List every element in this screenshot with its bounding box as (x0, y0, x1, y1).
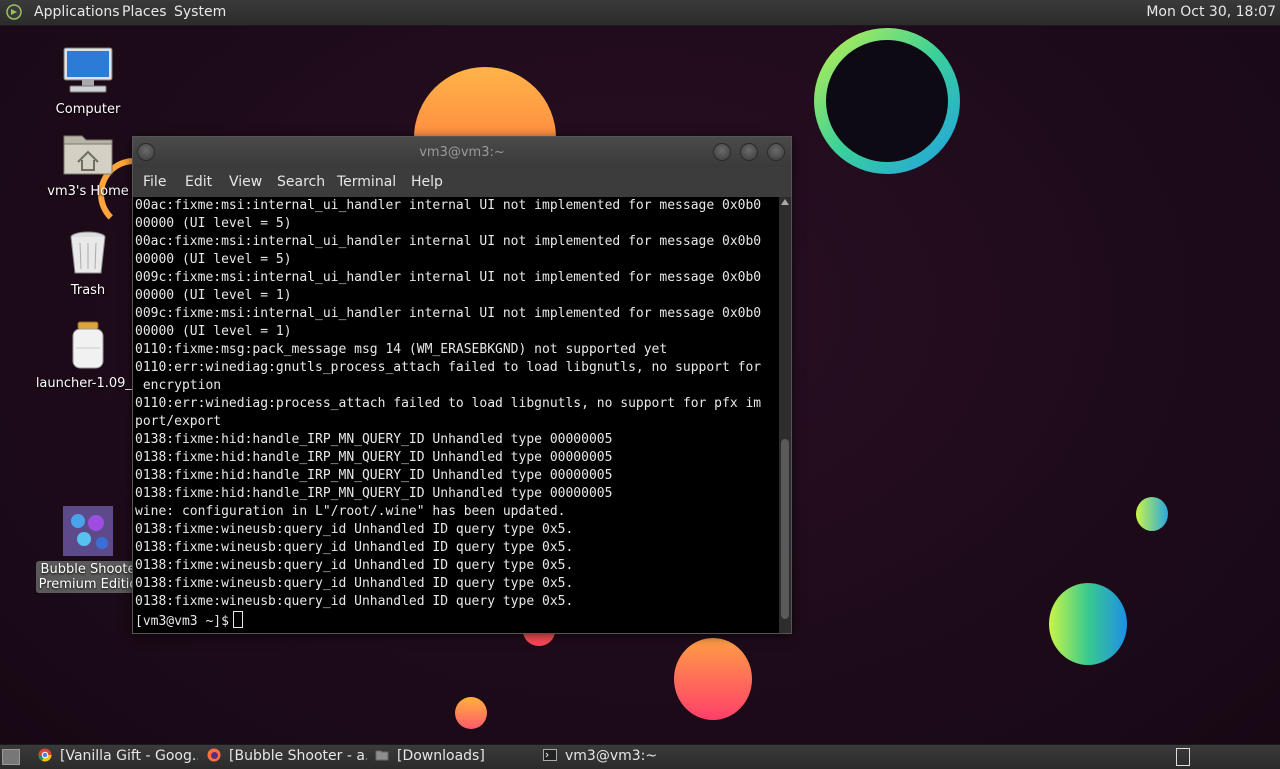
terminal-line: 0138:fixme:hid:handle_IRP_MN_QUERY_ID Un… (135, 432, 613, 447)
menu-terminal[interactable]: Terminal (337, 174, 396, 190)
show-desktop-icon[interactable] (2, 749, 20, 765)
clock[interactable]: Mon Oct 30, 18:07 (1146, 4, 1276, 20)
distro-logo-icon[interactable] (6, 4, 22, 20)
home-folder-icon (62, 128, 114, 180)
bubble-game-icon (62, 505, 114, 557)
terminal-line: 0110:fixme:msg:pack_message msg 14 (WM_E… (135, 342, 668, 357)
wallpaper-small-orange-circle (455, 697, 487, 729)
scrollbar-thumb[interactable] (781, 439, 789, 619)
wallpaper-pink-circle (674, 638, 752, 720)
desktop-icon-label-line1: Bubble Shoote (40, 562, 136, 577)
close-button[interactable] (767, 143, 785, 161)
window-titlebar[interactable]: vm3@vm3:~ (133, 137, 791, 167)
terminal-line: 0138:fixme:wineusb:query_id Unhandled ID… (135, 540, 574, 555)
terminal-line: 00ac:fixme:msi:internal_ui_handler inter… (135, 198, 762, 213)
menu-view[interactable]: View (229, 174, 262, 190)
trash-icon (62, 227, 114, 279)
terminal-line: 00000 (UI level = 1) (135, 324, 292, 339)
desktop-icon-trash[interactable]: Trash (33, 227, 143, 298)
desktop-icon-launcher[interactable]: launcher-1.09_1 (33, 320, 143, 391)
taskbar-item-terminal[interactable]: vm3@vm3:~ (543, 748, 703, 766)
menu-file[interactable]: File (143, 174, 166, 190)
desktop-icon-label: Computer (55, 102, 121, 117)
text-cursor (232, 611, 243, 628)
places-menu[interactable]: Places (122, 4, 167, 20)
terminal-icon (543, 749, 557, 761)
terminal-line: 009c:fixme:msi:internal_ui_handler inter… (135, 306, 762, 321)
wallpaper-ring (814, 28, 960, 174)
desktop-icon-label: Trash (70, 283, 106, 298)
system-menu[interactable]: System (174, 4, 226, 20)
bottom-taskbar: [Vanilla Gift - Goog... [Bubble Shooter … (0, 744, 1280, 769)
terminal-line: 0110:err:winediag:gnutls_process_attach … (135, 360, 762, 375)
scroll-up-arrow-icon[interactable] (781, 199, 789, 205)
terminal-line: encryption (135, 378, 222, 393)
terminal-output[interactable]: 00ac:fixme:msi:internal_ui_handler inter… (133, 197, 779, 633)
menu-help[interactable]: Help (411, 174, 443, 190)
window-title: vm3@vm3:~ (419, 145, 505, 160)
folder-icon (375, 750, 389, 761)
desktop-icon-label: vm3's Home (47, 184, 129, 199)
terminal-line: 0110:err:winediag:process_attach failed … (135, 396, 762, 411)
terminal-line: 0138:fixme:wineusb:query_id Unhandled ID… (135, 558, 574, 573)
top-panel: Applications Places System Mon Oct 30, 1… (0, 0, 1280, 26)
wallpaper-green-blue-circle (1049, 583, 1127, 665)
taskbar-item-label: [Vanilla Gift - Goog... (60, 748, 198, 764)
shell-prompt: [vm3@vm3 ~]$ (135, 614, 229, 629)
desktop-icon-computer[interactable]: Computer (33, 46, 143, 117)
taskbar-item-chrome[interactable]: [Vanilla Gift - Goog... (38, 748, 198, 766)
desktop-icon-bubble-shooter[interactable]: Bubble Shoote Premium Editio (33, 505, 143, 593)
terminal-line: 0138:fixme:wineusb:query_id Unhandled ID… (135, 576, 574, 591)
terminal-line: 0138:fixme:hid:handle_IRP_MN_QUERY_ID Un… (135, 450, 613, 465)
terminal-line: 00000 (UI level = 1) (135, 288, 292, 303)
wallpaper-tiny-green-circle (1136, 497, 1168, 531)
terminal-menubar: File Edit View Search Terminal Help (133, 167, 791, 197)
desktop-icon-label-line2: Premium Editio (38, 577, 138, 592)
terminal-line: 0138:fixme:hid:handle_IRP_MN_QUERY_ID Un… (135, 486, 613, 501)
terminal-line: 0138:fixme:wineusb:query_id Unhandled ID… (135, 594, 574, 609)
terminal-line: 009c:fixme:msi:internal_ui_handler inter… (135, 270, 762, 285)
jar-icon (62, 320, 114, 372)
maximize-button[interactable] (740, 143, 758, 161)
terminal-line: 00000 (UI level = 5) (135, 252, 292, 267)
terminal-line: wine: configuration in L"/root/.wine" ha… (135, 504, 566, 519)
terminal-line: 0138:fixme:wineusb:query_id Unhandled ID… (135, 522, 574, 537)
computer-icon (62, 46, 114, 98)
applications-menu[interactable]: Applications (34, 4, 120, 20)
taskbar-item-label: vm3@vm3:~ (565, 748, 658, 764)
terminal-line: port/export (135, 414, 222, 429)
menu-edit[interactable]: Edit (185, 174, 212, 190)
terminal-line: 00000 (UI level = 5) (135, 216, 292, 231)
desktop-icon-home[interactable]: vm3's Home (33, 128, 143, 199)
terminal-line: 00ac:fixme:msi:internal_ui_handler inter… (135, 234, 762, 249)
desktop-icon-label: launcher-1.09_1 (35, 376, 141, 391)
taskbar-item-label: [Downloads] (397, 748, 485, 764)
taskbar-item-label: [Bubble Shooter - a... (229, 748, 367, 764)
terminal-prompt-line[interactable]: [vm3@vm3 ~]$ (135, 611, 779, 629)
menu-search[interactable]: Search (277, 174, 325, 190)
taskbar-item-firefox[interactable]: [Bubble Shooter - a... (207, 748, 367, 766)
taskbar-item-downloads[interactable]: [Downloads] (375, 748, 535, 766)
workspace-switcher[interactable] (1176, 748, 1190, 766)
terminal-scrollbar[interactable] (779, 197, 791, 633)
minimize-button[interactable] (713, 143, 731, 161)
terminal-line: 0138:fixme:hid:handle_IRP_MN_QUERY_ID Un… (135, 468, 613, 483)
firefox-icon (207, 748, 221, 762)
chrome-icon (38, 748, 52, 762)
terminal-window[interactable]: vm3@vm3:~ File Edit View Search Terminal… (132, 136, 792, 634)
